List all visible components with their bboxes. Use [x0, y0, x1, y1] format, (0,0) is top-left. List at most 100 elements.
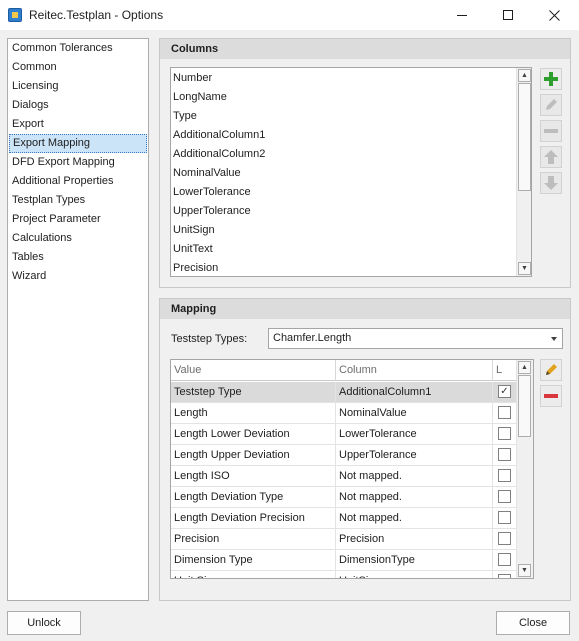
list-item[interactable]: UnitSign [173, 221, 215, 240]
cell-column[interactable]: UnitSign [336, 571, 493, 578]
columns-group-header: Columns [160, 39, 570, 59]
checkbox[interactable] [498, 406, 511, 419]
minus-icon [544, 394, 558, 398]
checkbox[interactable] [498, 448, 511, 461]
nav-item-export[interactable]: Export [9, 115, 147, 134]
cell-value[interactable]: Length [171, 403, 336, 423]
checkbox-checked[interactable]: ✓ [498, 385, 511, 398]
list-item[interactable]: NominalValue [173, 164, 241, 183]
cell-value[interactable]: Unit Sign [171, 571, 336, 578]
list-item[interactable]: Number [173, 69, 212, 88]
remove-mapping-button[interactable] [540, 385, 562, 407]
app-icon [8, 8, 22, 22]
teststep-types-select[interactable]: Chamfer.Length [268, 328, 563, 349]
cell-column[interactable]: UpperTolerance [336, 445, 493, 465]
grid-header: Value Column L [171, 360, 516, 381]
columns-group: Columns Number LongName Type AdditionalC… [159, 38, 571, 288]
checkbox[interactable] [498, 427, 511, 440]
nav-item-wizard[interactable]: Wizard [9, 267, 147, 286]
cell-column[interactable]: Not mapped. [336, 466, 493, 486]
remove-column-button[interactable] [540, 120, 562, 142]
nav-item-additional-properties[interactable]: Additional Properties [9, 172, 147, 191]
scroll-down-icon[interactable]: ▼ [518, 262, 531, 275]
cell-value[interactable]: Length ISO [171, 466, 336, 486]
cell-value[interactable]: Length Deviation Type [171, 487, 336, 507]
table-row[interactable]: Precision Precision [171, 529, 516, 550]
cell-value[interactable]: Length Lower Deviation [171, 424, 336, 444]
move-up-button[interactable] [540, 146, 562, 168]
maximize-icon [503, 10, 513, 20]
list-item[interactable]: UpperTolerance [173, 202, 251, 221]
close-button[interactable]: Close [496, 611, 570, 635]
checkbox[interactable] [498, 532, 511, 545]
unlock-button[interactable]: Unlock [7, 611, 81, 635]
checkbox[interactable] [498, 511, 511, 524]
maximize-button[interactable] [485, 0, 531, 30]
edit-column-button[interactable] [540, 94, 562, 116]
nav-item-export-mapping[interactable]: Export Mapping [9, 134, 147, 153]
table-row[interactable]: Length Upper Deviation UpperTolerance [171, 445, 516, 466]
cell-column[interactable]: AdditionalColumn1 [336, 382, 493, 402]
nav-item-common-tolerances[interactable]: Common Tolerances [9, 39, 147, 58]
mapping-grid[interactable]: Value Column L Teststep Type AdditionalC… [170, 359, 534, 579]
options-category-list[interactable]: Common Tolerances Common Licensing Dialo… [7, 38, 149, 601]
table-row[interactable]: Length Deviation Type Not mapped. [171, 487, 516, 508]
scroll-down-icon[interactable]: ▼ [518, 564, 531, 577]
pencil-icon [546, 99, 557, 110]
nav-item-calculations[interactable]: Calculations [9, 229, 147, 248]
list-item[interactable]: LowerTolerance [173, 183, 251, 202]
edit-mapping-button[interactable] [540, 359, 562, 381]
scroll-up-icon[interactable]: ▲ [518, 69, 531, 82]
checkbox[interactable] [498, 469, 511, 482]
scroll-up-icon[interactable]: ▲ [518, 361, 531, 374]
table-row[interactable]: Length Deviation Precision Not mapped. [171, 508, 516, 529]
cell-column[interactable]: NominalValue [336, 403, 493, 423]
nav-item-dialogs[interactable]: Dialogs [9, 96, 147, 115]
nav-item-common[interactable]: Common [9, 58, 147, 77]
scroll-thumb[interactable] [518, 83, 531, 191]
table-row[interactable]: Teststep Type AdditionalColumn1 ✓ [171, 382, 516, 403]
move-down-button[interactable] [540, 172, 562, 194]
plus-icon [544, 72, 558, 86]
columns-scrollbar[interactable]: ▲ ▼ [516, 68, 531, 276]
columns-list[interactable]: Number LongName Type AdditionalColumn1 A… [170, 67, 532, 277]
list-item[interactable]: Type [173, 107, 197, 126]
cell-value[interactable]: Length Deviation Precision [171, 508, 336, 528]
cell-value[interactable]: Precision [171, 529, 336, 549]
mapping-scrollbar[interactable]: ▲ ▼ [516, 360, 533, 578]
list-item[interactable]: AdditionalColumn2 [173, 145, 265, 164]
cell-value[interactable]: Length Upper Deviation [171, 445, 336, 465]
cell-column[interactable]: Not mapped. [336, 487, 493, 507]
nav-item-tables[interactable]: Tables [9, 248, 147, 267]
list-item[interactable]: LongName [173, 88, 227, 107]
cell-value[interactable]: Teststep Type [171, 382, 336, 402]
table-row[interactable]: Length NominalValue [171, 403, 516, 424]
mapping-group-header: Mapping [160, 299, 570, 319]
scroll-thumb[interactable] [518, 375, 531, 437]
column-header-l[interactable]: L [493, 360, 516, 381]
nav-item-dfd-export-mapping[interactable]: DFD Export Mapping [9, 153, 147, 172]
table-row[interactable]: Unit Sign UnitSign [171, 571, 516, 578]
cell-column[interactable]: Precision [336, 529, 493, 549]
minimize-button[interactable] [439, 0, 485, 30]
nav-item-testplan-types[interactable]: Testplan Types [9, 191, 147, 210]
list-item[interactable]: AdditionalColumn1 [173, 126, 265, 145]
add-column-button[interactable] [540, 68, 562, 90]
table-row[interactable]: Length Lower Deviation LowerTolerance [171, 424, 516, 445]
checkbox[interactable] [498, 574, 511, 578]
list-item[interactable]: Precision [173, 259, 218, 278]
table-row[interactable]: Dimension Type DimensionType [171, 550, 516, 571]
checkbox[interactable] [498, 490, 511, 503]
nav-item-licensing[interactable]: Licensing [9, 77, 147, 96]
checkbox[interactable] [498, 553, 511, 566]
list-item[interactable]: UnitText [173, 240, 213, 259]
close-window-button[interactable] [531, 0, 577, 30]
table-row[interactable]: Length ISO Not mapped. [171, 466, 516, 487]
column-header-value[interactable]: Value [171, 360, 336, 381]
nav-item-project-parameter[interactable]: Project Parameter [9, 210, 147, 229]
cell-column[interactable]: LowerTolerance [336, 424, 493, 444]
cell-column[interactable]: DimensionType [336, 550, 493, 570]
cell-column[interactable]: Not mapped. [336, 508, 493, 528]
column-header-column[interactable]: Column [336, 360, 493, 381]
cell-value[interactable]: Dimension Type [171, 550, 336, 570]
